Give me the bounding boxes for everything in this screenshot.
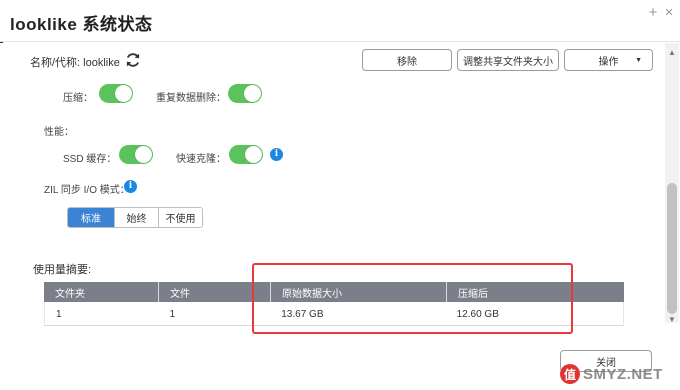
close-icon[interactable]: ×: [662, 4, 676, 21]
performance-label: 性能：: [44, 127, 74, 138]
toggle-knob: [115, 85, 132, 102]
remove-button[interactable]: 移除: [362, 49, 452, 71]
actions-dropdown[interactable]: 操作 ▼: [564, 49, 653, 71]
watermark-text: SMYZ.NET: [583, 365, 663, 383]
compression-label: 压缩：: [63, 93, 93, 104]
title-bar: looklike 系统状态 + ×: [0, 0, 680, 42]
zil-option-standard[interactable]: 标准: [68, 208, 114, 227]
toggle-knob: [245, 146, 262, 163]
usage-summary-title: 使用量摘要:: [33, 264, 92, 276]
highlight-annotation: [252, 263, 573, 334]
scrollbar-thumb[interactable]: [667, 183, 677, 314]
toggle-knob: [135, 146, 152, 163]
actions-label: 操作: [598, 56, 619, 68]
maximize-icon[interactable]: +: [646, 4, 660, 21]
fast-clone-label: 快速克隆：: [176, 154, 226, 165]
resize-share-button[interactable]: 调整共享文件夹大小: [457, 49, 559, 71]
info-icon[interactable]: i: [270, 148, 283, 161]
ssd-cache-toggle[interactable]: [119, 145, 153, 164]
cell-folders: 1: [56, 308, 62, 320]
column-header-folders[interactable]: 文件夹: [44, 282, 158, 302]
name-alias-label: 名称/代称: looklike: [30, 57, 120, 69]
zil-mode-selector: 标准 始终 不使用: [67, 207, 203, 228]
scroll-up-icon[interactable]: ▲: [668, 48, 676, 57]
zil-option-always[interactable]: 始终: [114, 208, 158, 227]
watermark-badge: 值: [560, 364, 580, 384]
dedup-toggle[interactable]: [228, 84, 262, 103]
dedup-label: 重复数据删除：: [156, 93, 226, 104]
window-title: looklike 系统状态: [10, 15, 153, 34]
compression-toggle[interactable]: [99, 84, 133, 103]
caret-down-icon: ▼: [635, 57, 642, 64]
refresh-icon[interactable]: [124, 51, 142, 69]
ssd-cache-label: SSD 缓存：: [63, 154, 117, 165]
toggle-knob: [244, 85, 261, 102]
zil-option-disabled[interactable]: 不使用: [158, 208, 202, 227]
zil-mode-label: ZIL 同步 I/O 模式：: [44, 185, 130, 196]
fast-clone-toggle[interactable]: [229, 145, 263, 164]
scroll-down-icon[interactable]: ▼: [668, 315, 676, 324]
dialog-content: 名称/代称: looklike 移除 调整共享文件夹大小 操作 ▼ 压缩： 重复…: [0, 43, 662, 390]
site-watermark: 值 SMYZ.NET: [560, 362, 678, 386]
info-icon[interactable]: i: [124, 180, 137, 193]
